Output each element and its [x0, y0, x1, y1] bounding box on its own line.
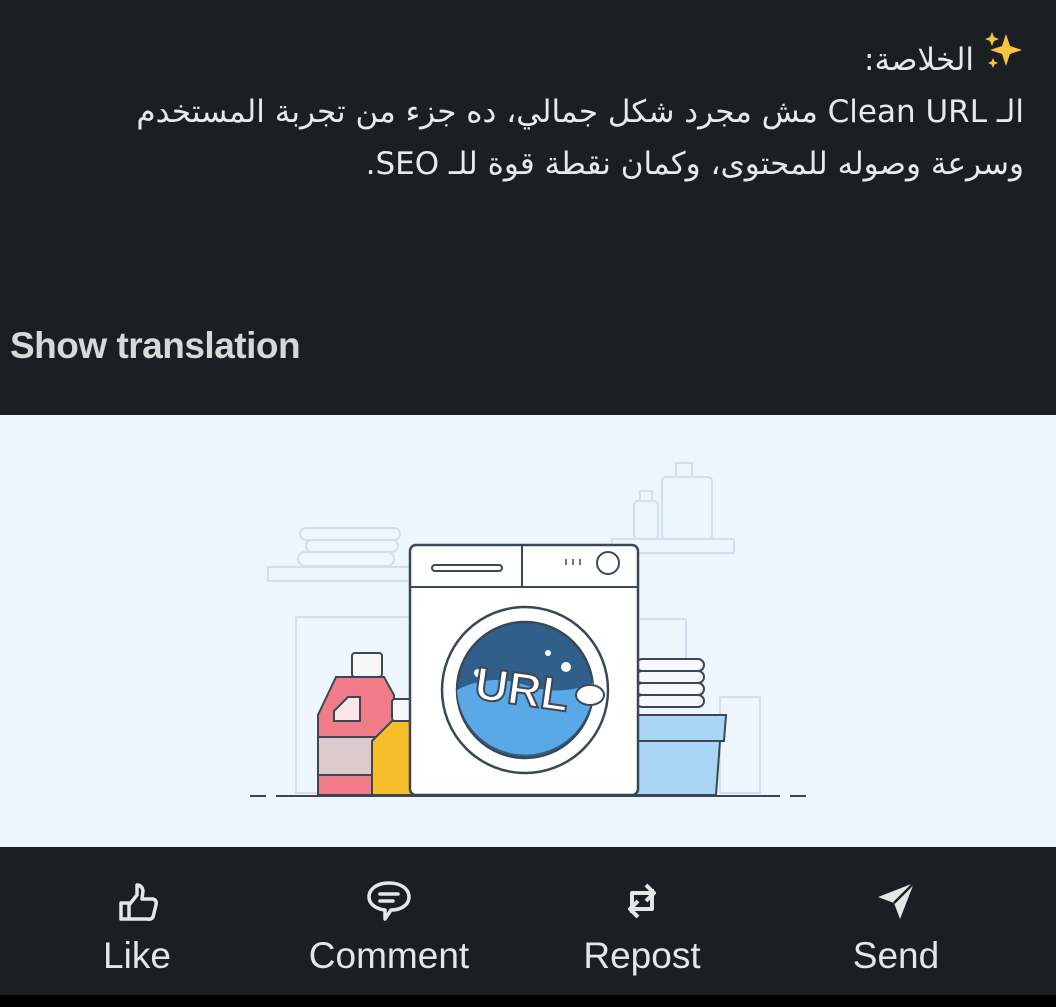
repost-icon: [628, 883, 656, 919]
sparkles-icon: [984, 30, 1024, 86]
post-body: الخلاصة: الـ Clean URL مش مجرد شكل جمالي…: [40, 30, 1024, 190]
comment-icon: [367, 881, 411, 921]
washing-machine-illustration: URL: [250, 462, 806, 797]
post-line-2: وسرعة وصوله للمحتوى، وكمان نقطة قوة للـ …: [365, 146, 1024, 182]
show-translation-link[interactable]: Show translation: [10, 325, 301, 367]
send-icon: [878, 882, 915, 919]
repost-label: Repost: [583, 935, 701, 976]
repost-button[interactable]: Repost: [510, 847, 774, 995]
post-line-1: الـ Clean URL مش مجرد شكل جمالي، ده جزء …: [136, 94, 1024, 130]
post-heading-line: الخلاصة:: [40, 30, 1024, 86]
bottom-edge: [0, 995, 1056, 1007]
post-image[interactable]: URL: [0, 415, 1056, 847]
like-label: Like: [103, 935, 171, 976]
action-bar: Like Comment Repost Send: [0, 847, 1056, 995]
send-button[interactable]: Send: [764, 847, 1028, 995]
like-button[interactable]: Like: [5, 847, 269, 995]
send-label: Send: [852, 935, 940, 976]
post-heading: الخلاصة:: [864, 42, 974, 78]
thumbs-up-icon: [119, 883, 158, 921]
comment-button[interactable]: Comment: [257, 847, 521, 995]
comment-label: Comment: [308, 935, 470, 976]
